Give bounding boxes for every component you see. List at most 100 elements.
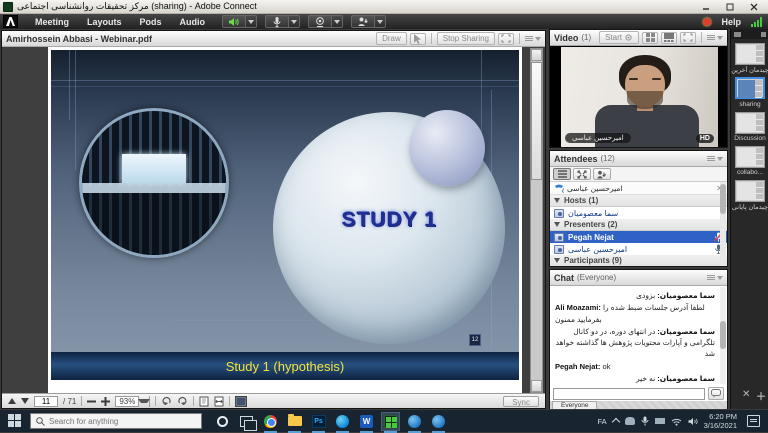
word-icon[interactable]: W — [358, 413, 375, 430]
app-globe-icon[interactable] — [430, 413, 447, 430]
speaker-button[interactable] — [222, 15, 246, 28]
webcam-button[interactable] — [308, 15, 332, 28]
presenters-section-header[interactable]: Presenters (2) — [550, 219, 727, 231]
status-button[interactable] — [351, 15, 375, 28]
scroll-up-icon[interactable] — [531, 49, 542, 61]
attendees-scrollbar[interactable] — [720, 182, 726, 266]
active-speaker-row: امیرحسین عباسی ✕ — [550, 182, 727, 195]
tray-expand-icon[interactable] — [611, 418, 619, 426]
share-scrollbar[interactable] — [530, 48, 543, 393]
pin-panel-icon[interactable] — [761, 32, 766, 37]
menu-pods[interactable]: Pods — [131, 14, 171, 29]
clock-date: 3/16/2021 — [704, 421, 737, 430]
scroll-down-icon[interactable] — [531, 380, 542, 392]
stop-sharing-button[interactable]: Stop Sharing — [437, 32, 495, 45]
fit-page-icon[interactable] — [199, 396, 209, 407]
microphone-menu-caret[interactable] — [289, 15, 300, 28]
layout-thumbnail-discussion[interactable] — [735, 112, 765, 134]
adobe-connect-taskbar-icon[interactable] — [382, 413, 399, 430]
participants-section-header[interactable]: Participants (9) — [550, 255, 727, 267]
next-page-icon[interactable] — [21, 398, 29, 404]
video-pod-menu-icon[interactable] — [707, 35, 723, 40]
network-icon[interactable] — [671, 417, 682, 426]
webcam-menu-caret[interactable] — [332, 15, 343, 28]
microphone-button[interactable] — [265, 15, 289, 28]
fit-width-icon[interactable] — [214, 396, 224, 407]
menu-meeting[interactable]: Meeting — [26, 14, 78, 29]
attendee-status-view-button[interactable] — [593, 168, 611, 180]
chat-pod-header: Chat (Everyone) — [550, 270, 727, 286]
page-number-input[interactable] — [34, 396, 58, 407]
status-menu-caret[interactable] — [375, 15, 386, 28]
help-menu[interactable]: Help — [721, 17, 741, 27]
attendee-row-host[interactable]: سما معصومیان — [550, 207, 727, 219]
slide-small-sphere — [409, 110, 485, 186]
pointer-button[interactable] — [410, 33, 426, 45]
minimize-icon[interactable] — [698, 1, 714, 12]
hosts-section-header[interactable]: Hosts (1) — [550, 195, 727, 207]
action-center-icon[interactable] — [747, 415, 760, 427]
chat-message: سما معصومیان: بزودی — [555, 290, 715, 301]
layout-thumbnail-collaboration[interactable] — [735, 146, 765, 168]
draw-button[interactable]: Draw — [376, 32, 407, 45]
zoom-in-icon[interactable] — [101, 397, 110, 406]
search-input[interactable] — [49, 417, 179, 426]
layout-thumbnail-sharing-active[interactable] — [735, 77, 765, 99]
keyboard-icon[interactable] — [655, 418, 665, 424]
breakout-view-button[interactable] — [573, 168, 591, 180]
chat-message: Pegah Nejat: ok — [555, 361, 715, 372]
start-button[interactable] — [8, 414, 22, 428]
rotate-right-icon[interactable] — [177, 396, 188, 406]
scroll-thumb[interactable] — [531, 62, 542, 180]
speaker-menu-caret[interactable] — [246, 15, 257, 28]
attendee-row-presenter-selected[interactable]: Pegah Nejat — [550, 231, 727, 243]
cortana-icon[interactable] — [214, 413, 231, 430]
add-layout-icon[interactable]: ＋ — [756, 388, 766, 403]
previous-page-icon[interactable] — [8, 398, 16, 404]
video-pod-title: Video — [554, 33, 578, 43]
slide-graphic: STUDY 1 12 Study 1 (hypothesis) — [51, 50, 519, 380]
volume-icon[interactable] — [688, 417, 698, 426]
menu-audio[interactable]: Audio — [171, 14, 215, 29]
language-indicator[interactable]: FA — [597, 417, 606, 426]
layout-label-5: چیدمان پایانی — [731, 203, 768, 211]
file-explorer-icon[interactable] — [286, 413, 303, 430]
close-icon[interactable] — [746, 1, 762, 12]
start-webcam-button[interactable]: Start — [599, 31, 639, 44]
delete-layout-icon[interactable]: ✕ — [742, 389, 750, 400]
onedrive-icon[interactable] — [625, 417, 635, 425]
send-message-button[interactable] — [708, 387, 724, 400]
filmstrip-view-button[interactable] — [661, 32, 677, 44]
layout-thumbnail-5[interactable] — [735, 180, 765, 202]
layout-label-sharing: sharing — [731, 101, 768, 108]
chat-input[interactable] — [553, 388, 705, 400]
layouts-menu-icon[interactable] — [734, 32, 741, 37]
layout-thumbnail-1[interactable] — [735, 43, 765, 65]
edge-icon[interactable] — [334, 413, 351, 430]
tray-mic-icon[interactable] — [641, 416, 649, 426]
pointer-icon — [413, 34, 422, 44]
thumbnail-view-icon[interactable] — [235, 396, 247, 407]
sync-button[interactable]: Sync — [503, 396, 539, 407]
photoshop-icon[interactable]: Ps — [310, 413, 327, 430]
browser-globe-icon[interactable] — [406, 413, 423, 430]
attendee-list-view-button[interactable] — [553, 168, 571, 180]
attendee-row-presenter[interactable]: امیرحسین عباسی — [550, 243, 727, 255]
fullscreen-button[interactable] — [498, 33, 514, 45]
attendees-pod-menu-icon[interactable] — [707, 156, 723, 161]
zoom-level-select[interactable]: 93% — [115, 396, 150, 407]
maximize-icon[interactable] — [722, 1, 738, 12]
tab-everyone[interactable]: Everyone — [552, 401, 597, 409]
chat-pod-menu-icon[interactable] — [707, 275, 723, 280]
chat-scrollbar[interactable] — [720, 287, 726, 384]
taskbar-search[interactable] — [30, 413, 202, 429]
video-fullscreen-button[interactable] — [680, 32, 696, 44]
zoom-out-icon[interactable] — [87, 397, 96, 406]
share-pod-menu-icon[interactable] — [525, 36, 541, 41]
task-view-icon[interactable] — [238, 413, 255, 430]
grid-view-button[interactable] — [642, 32, 658, 44]
menu-layouts[interactable]: Layouts — [78, 14, 131, 29]
chrome-icon[interactable] — [262, 413, 279, 430]
rotate-left-icon[interactable] — [161, 396, 172, 406]
taskbar-clock[interactable]: 6:20 PM 3/16/2021 — [704, 412, 737, 431]
